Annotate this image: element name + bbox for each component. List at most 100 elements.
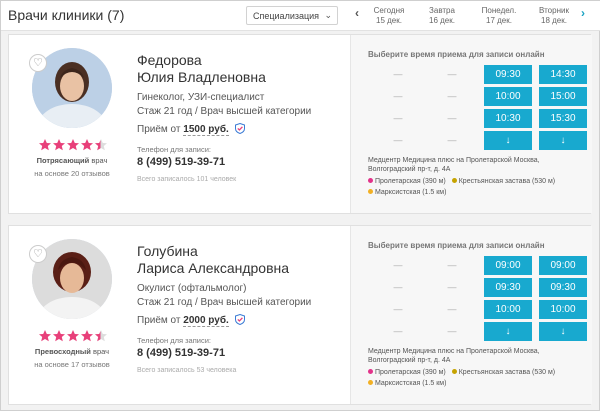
shield-icon: [234, 123, 245, 134]
empty-slot: —: [393, 282, 403, 292]
metro-name: Пролетарская (390 м): [375, 178, 446, 185]
time-slot-button[interactable]: 15:00: [539, 87, 587, 106]
specialization-select[interactable]: Специализация ⌄: [246, 6, 338, 25]
specialization-select-label: Специализация: [253, 11, 320, 21]
rating-suffix: врач: [89, 156, 108, 165]
time-slot-button[interactable]: 10:30: [484, 109, 532, 128]
phone-number[interactable]: 8 (499) 519-39-71: [137, 347, 225, 359]
metro-station: Марксистская (1.5 км): [368, 188, 446, 198]
reviews-count[interactable]: на основе 20 отзывов: [9, 169, 135, 178]
empty-slot: —: [393, 91, 403, 101]
price-row: Приём от 2000 руб.: [137, 314, 245, 327]
day-date: 15 дек.: [376, 16, 402, 25]
doctor-first-name[interactable]: Юлия Владленовна: [137, 69, 266, 86]
total-bookings: Всего записалось 53 человека: [137, 367, 237, 374]
page-title: Врачи клиники (7): [8, 7, 125, 23]
empty-slot: —: [447, 282, 457, 292]
doctor-last-name[interactable]: Федорова: [137, 52, 202, 69]
reviews-count[interactable]: на основе 17 отзывов: [9, 360, 135, 369]
price-prefix: Приём от: [137, 124, 181, 135]
metro-name: Крестьянская застава (530 м): [458, 178, 556, 185]
doctor-experience: Стаж 21 год / Врач высшей категории: [137, 297, 312, 308]
app-frame: Врачи клиники (7) Специализация ⌄ ‹ Сего…: [0, 0, 600, 411]
metro-name: Крестьянская застава (530 м): [458, 369, 556, 376]
metro-name: Марксистская (1.5 км): [375, 380, 447, 387]
heart-icon[interactable]: ♡: [29, 54, 47, 72]
rating-stars: [39, 139, 107, 151]
time-slot-button[interactable]: 10:00: [484, 87, 532, 106]
time-slot-button[interactable]: 10:00: [484, 300, 532, 319]
day-header-1: Завтра 16 дек.: [416, 6, 468, 26]
metro-dot-icon: [368, 380, 373, 385]
empty-slot: —: [393, 304, 403, 314]
phone-number[interactable]: 8 (499) 519-39-71: [137, 156, 225, 168]
metro-name: Пролетарская (390 м): [375, 369, 446, 376]
chevron-down-icon: ⌄: [324, 10, 332, 20]
doctor-specialty: Окулист (офтальмолог): [137, 283, 247, 294]
day-date: 17 дек.: [486, 16, 512, 25]
day-label: Понедел.: [481, 6, 517, 15]
clinic-address[interactable]: Медцентр Медицина плюс на Пролетарской М…: [368, 347, 588, 365]
metro-dot-icon: [368, 189, 373, 194]
more-slots-button[interactable]: ↓: [539, 131, 587, 150]
empty-slot: —: [447, 113, 457, 123]
metro-dot-icon: [368, 178, 373, 183]
empty-slot: —: [393, 113, 403, 123]
heart-icon[interactable]: ♡: [29, 245, 47, 263]
day-header-3: Вторник 18 дек.: [528, 6, 580, 26]
metro-name: Марксистская (1.5 км): [375, 189, 447, 196]
doctor-card: ♡ Превосходный врач на основе 17 отзывов…: [8, 225, 592, 405]
metro-dot-icon: [451, 178, 457, 183]
next-days-arrow-icon[interactable]: ›: [581, 6, 585, 20]
time-slot-button[interactable]: 09:00: [484, 256, 532, 275]
prev-days-arrow-icon[interactable]: ‹: [355, 6, 359, 20]
time-slot-button[interactable]: 09:30: [484, 65, 532, 84]
empty-slot: —: [447, 69, 457, 79]
time-slot-button[interactable]: 09:30: [484, 278, 532, 297]
day-date: 16 дек.: [429, 16, 455, 25]
clinic-address[interactable]: Медцентр Медицина плюс на Пролетарской М…: [368, 156, 588, 174]
doctor-experience: Стаж 21 год / Врач высшей категории: [137, 106, 312, 117]
price-value[interactable]: 1500 руб.: [183, 124, 229, 136]
metro-station: Марксистская (1.5 км): [368, 379, 446, 389]
rating-word: Потрясающий: [36, 156, 90, 165]
schedule-title: Выберите время приема для записи онлайн: [368, 241, 545, 250]
time-slot-button[interactable]: 15:30: [539, 109, 587, 128]
metro-dot-icon: [451, 369, 457, 374]
doctor-info: ♡ Потрясающий врач на основе 20 отзывов …: [9, 35, 350, 213]
time-slot-button[interactable]: 14:30: [539, 65, 587, 84]
rating-label: Превосходный врач: [9, 347, 135, 356]
day-label: Завтра: [429, 6, 455, 15]
doctor-specialty: Гинеколог, УЗИ-специалист: [137, 92, 265, 103]
empty-slot: —: [447, 326, 457, 336]
empty-slot: —: [447, 91, 457, 101]
empty-slot: —: [393, 135, 403, 145]
metro-station: Пролетарская (390 м) Крестьянская застав…: [368, 177, 555, 187]
doctor-card: ♡ Потрясающий врач на основе 20 отзывов …: [8, 34, 592, 214]
doctor-info: ♡ Превосходный врач на основе 17 отзывов…: [9, 226, 350, 404]
metro-dot-icon: [368, 369, 373, 374]
time-slot-button[interactable]: 09:00: [539, 256, 587, 275]
time-slot-button[interactable]: 09:30: [539, 278, 587, 297]
empty-slot: —: [447, 304, 457, 314]
rating-word: Превосходный: [34, 347, 91, 356]
more-slots-button[interactable]: ↓: [484, 322, 532, 341]
doctor-first-name[interactable]: Лариса Александровна: [137, 260, 289, 277]
rating-suffix: врач: [90, 347, 110, 356]
price-value[interactable]: 2000 руб.: [183, 315, 229, 327]
day-date: 18 дек.: [541, 16, 567, 25]
doctor-last-name[interactable]: Голубина: [137, 243, 198, 260]
header-bar: Врачи клиники (7) Специализация ⌄ ‹ Сего…: [1, 1, 600, 31]
phone-label: Телефон для записи:: [137, 145, 211, 154]
time-slot-button[interactable]: 10:00: [539, 300, 587, 319]
shield-icon: [234, 314, 245, 325]
more-slots-button[interactable]: ↓: [484, 131, 532, 150]
rating-label: Потрясающий врач: [9, 156, 135, 165]
schedule-pane: Выберите время приема для записи онлайн …: [350, 35, 592, 213]
empty-slot: —: [393, 69, 403, 79]
empty-slot: —: [393, 260, 403, 270]
schedule-title: Выберите время приема для записи онлайн: [368, 50, 545, 59]
empty-slot: —: [393, 326, 403, 336]
more-slots-button[interactable]: ↓: [539, 322, 587, 341]
day-label: Сегодня: [373, 6, 405, 15]
